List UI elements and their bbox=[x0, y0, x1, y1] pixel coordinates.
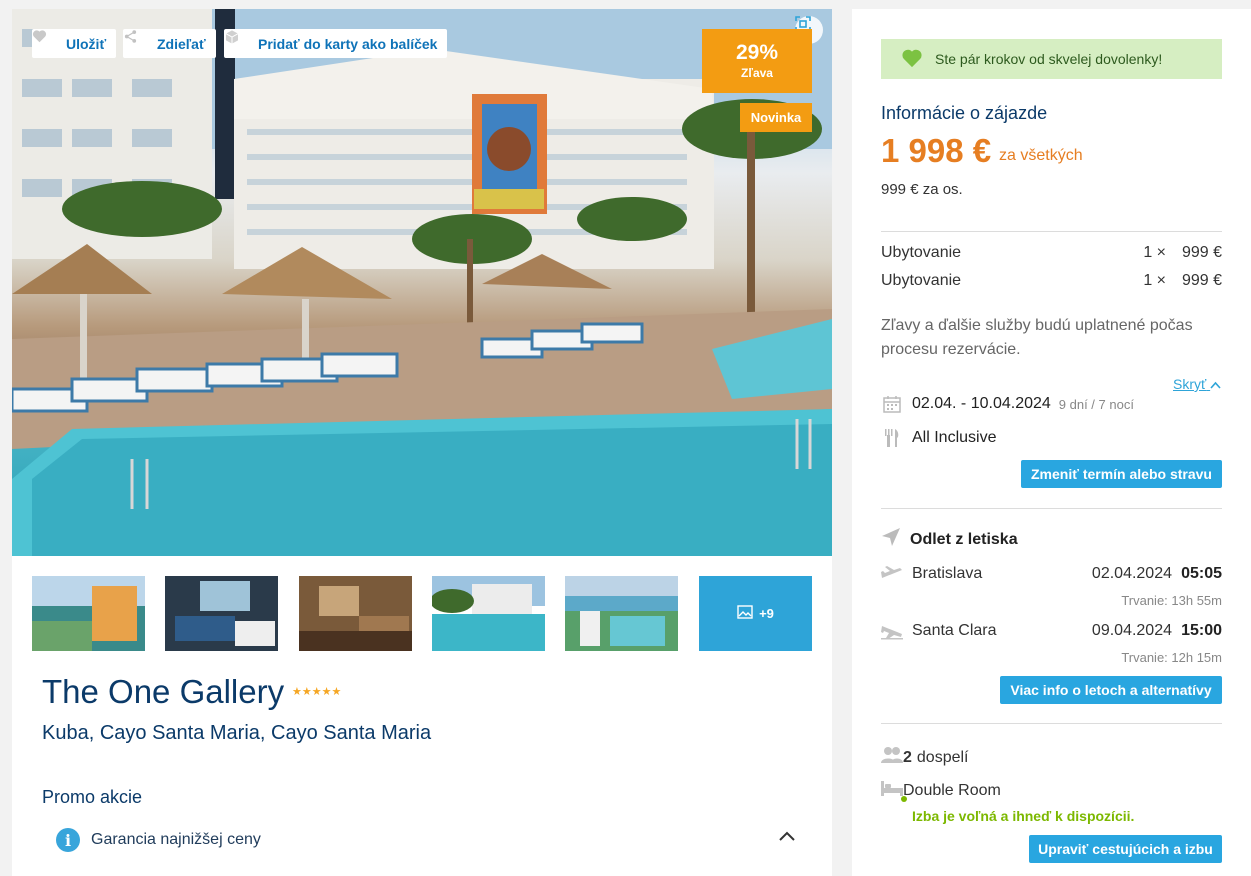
heart-icon bbox=[901, 48, 923, 71]
price-line: Ubytovanie 1 × 999 € bbox=[881, 244, 1222, 262]
save-button[interactable]: Uložiť bbox=[32, 29, 117, 58]
hide-details-link[interactable]: Skryť bbox=[1173, 376, 1221, 392]
banner-text: Ste pár krokov od skvelej dovolenky! bbox=[935, 51, 1163, 67]
chevron-up-icon[interactable] bbox=[778, 829, 796, 847]
thumbnail-2[interactable] bbox=[165, 576, 278, 651]
price-line-amount: 999 € bbox=[1181, 272, 1222, 289]
discount-badge: 29% Zľava bbox=[702, 29, 812, 93]
more-photos-count: +9 bbox=[759, 606, 774, 621]
price-line-label: Ubytovanie bbox=[881, 272, 962, 289]
chevron-up-icon bbox=[1210, 376, 1221, 392]
share-icon bbox=[124, 30, 149, 52]
bed-icon bbox=[881, 779, 907, 802]
new-badge: Novinka bbox=[740, 103, 812, 132]
flight-city: Santa Clara bbox=[912, 622, 997, 639]
flight-time: 15:00 bbox=[1181, 622, 1222, 639]
hide-link-label: Skryť bbox=[1173, 376, 1207, 392]
price-line: Ubytovanie 1 × 999 € bbox=[881, 272, 1222, 290]
share-button[interactable]: Zdieľať bbox=[123, 29, 216, 58]
trip-duration: 9 dní / 7 nocí bbox=[1058, 396, 1134, 412]
divider bbox=[881, 231, 1222, 232]
save-label: Uložiť bbox=[66, 35, 107, 52]
thumbnail-3[interactable] bbox=[299, 576, 412, 651]
price-per-person: 999 € za os. bbox=[881, 181, 963, 198]
board-row: All Inclusive bbox=[881, 427, 996, 449]
hero-photo[interactable]: Uložiť Zdieľať Pridať do karty ako balíč… bbox=[12, 9, 832, 556]
discount-value: 29% bbox=[735, 41, 779, 64]
flight-title: Odlet z letiska bbox=[910, 530, 1018, 548]
arrival-icon bbox=[881, 622, 903, 645]
info-icon: i bbox=[56, 828, 80, 852]
thumbnail-4[interactable] bbox=[432, 576, 545, 651]
thumbnail-1[interactable] bbox=[32, 576, 145, 651]
travel-dates: 02.04. - 10.04.2024 bbox=[912, 395, 1051, 412]
discount-note: Zľavy a ďalšie služby budú uplatnené poč… bbox=[881, 317, 1193, 358]
promo-item-price-guarantee[interactable]: i Garancia najnižšej ceny bbox=[56, 825, 796, 855]
total-price-suffix: za všetkých bbox=[999, 147, 1083, 164]
hotel-name: The One Gallery bbox=[42, 673, 285, 710]
divider bbox=[881, 508, 1222, 509]
travelers-row: 2 dospelí bbox=[881, 746, 969, 769]
star-rating: ★★★★★ bbox=[292, 686, 342, 698]
booking-summary: Ste pár krokov od skvelej dovolenky! Inf… bbox=[852, 9, 1251, 876]
share-label: Zdieľať bbox=[157, 35, 206, 52]
available-dot bbox=[901, 796, 907, 802]
traveler-label: dospelí bbox=[916, 748, 969, 766]
room-availability: Izba je voľná a ihneď k dispozícii. bbox=[912, 808, 1135, 824]
cutlery-icon bbox=[881, 427, 903, 449]
dates-row: 02.04. - 10.04.2024 9 dní / 7 nocí bbox=[881, 393, 1134, 415]
info-title: Informácie o zájazde bbox=[881, 103, 1048, 123]
thumbnail-strip: +9 bbox=[32, 576, 812, 651]
flight-date: 02.04.2024 bbox=[1091, 565, 1172, 582]
promo-item-label: Garancia najnižšej ceny bbox=[91, 831, 261, 848]
add-package-button[interactable]: Pridať do karty ako balíček bbox=[224, 29, 448, 58]
flight-duration: Trvanie: 12h 15m bbox=[1121, 650, 1222, 665]
price-line-amount: 999 € bbox=[1181, 244, 1222, 261]
board-type: All Inclusive bbox=[912, 429, 997, 446]
add-package-label: Pridať do karty ako balíček bbox=[258, 35, 438, 52]
flight-info-button[interactable]: Viac info o letoch a alternatívy bbox=[1000, 676, 1222, 704]
heart-icon bbox=[32, 30, 58, 52]
traveler-count: 2 bbox=[903, 748, 912, 766]
image-icon bbox=[737, 605, 753, 622]
price-line-qty: 1 × bbox=[1143, 244, 1166, 261]
flight-date: 09.04.2024 bbox=[1091, 622, 1172, 639]
thumbnail-5[interactable] bbox=[565, 576, 678, 651]
package-icon bbox=[225, 30, 250, 52]
departure-icon bbox=[881, 565, 903, 588]
flight-duration: Trvanie: 13h 55m bbox=[1121, 593, 1222, 608]
discount-label: Zľava bbox=[741, 66, 773, 80]
promo-title: Promo akcie bbox=[42, 787, 143, 807]
divider bbox=[881, 723, 1222, 724]
flight-time: 05:05 bbox=[1181, 565, 1222, 582]
hotel-location: Kuba, Cayo Santa Maria, Cayo Santa Maria bbox=[42, 722, 432, 744]
plane-icon bbox=[881, 527, 901, 552]
room-row: Double Room bbox=[881, 779, 1001, 802]
total-price: 1 998 € bbox=[881, 132, 992, 169]
more-photos-button[interactable]: +9 bbox=[699, 576, 812, 651]
flight-header: Odlet z letiska bbox=[881, 527, 1018, 552]
change-dates-button[interactable]: Zmeniť termín alebo stravu bbox=[1021, 460, 1222, 488]
price-line-label: Ubytovanie bbox=[881, 244, 962, 261]
room-type: Double Room bbox=[903, 781, 1001, 799]
progress-banner: Ste pár krokov od skvelej dovolenky! bbox=[881, 39, 1222, 79]
edit-travelers-button[interactable]: Upraviť cestujúcich a izbu bbox=[1029, 835, 1222, 863]
flight-city: Bratislava bbox=[912, 565, 983, 582]
hotel-card: Uložiť Zdieľať Pridať do karty ako balíč… bbox=[12, 9, 832, 876]
people-icon bbox=[881, 746, 903, 769]
price-line-qty: 1 × bbox=[1143, 272, 1166, 289]
calendar-icon bbox=[881, 393, 903, 415]
